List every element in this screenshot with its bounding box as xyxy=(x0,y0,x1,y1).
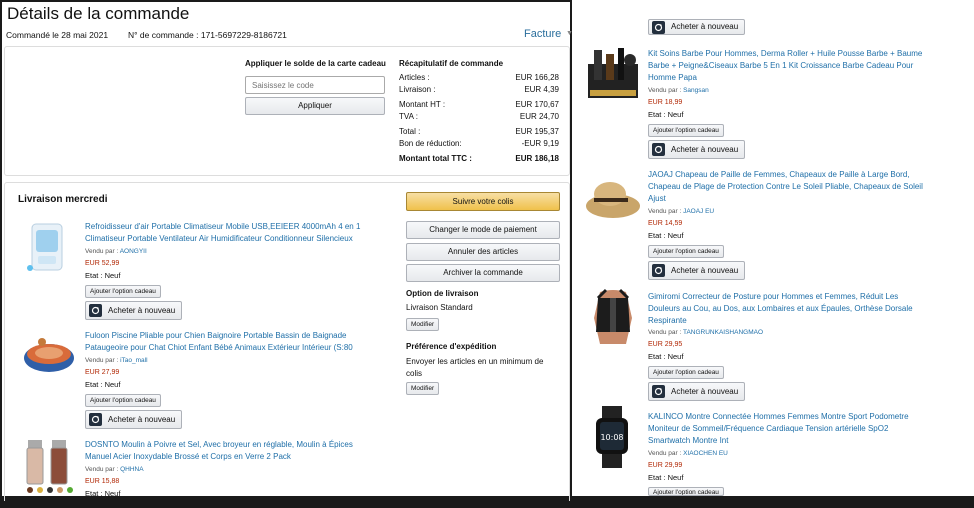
shipping-preference-heading: Préférence d'expédition xyxy=(406,342,497,351)
item-title-line3[interactable]: Smartwatch Montre Int xyxy=(648,435,728,447)
item-price: EUR 29,99 xyxy=(648,462,683,469)
archive-order-button[interactable]: Archiver la commande xyxy=(406,264,560,282)
summary-heading: Récapitulatif de commande xyxy=(399,59,504,68)
pepper-mill-image[interactable] xyxy=(22,438,78,494)
beard-kit-image[interactable] xyxy=(586,46,640,102)
add-gift-option-button[interactable]: Ajouter l'option cadeau xyxy=(648,245,724,258)
reorder-icon xyxy=(652,143,665,156)
item-seller: Vendu par : iTao_mall xyxy=(85,357,148,364)
item-seller: Vendu par : XIAOCHEN EU xyxy=(648,450,728,457)
order-date: Commandé le 28 mai 2021 xyxy=(6,30,109,40)
item-title-line2[interactable]: Chapeau de Plage de Protection Contre Le… xyxy=(648,181,923,193)
add-gift-option-button[interactable]: Ajouter l'option cadeau xyxy=(85,285,161,298)
add-gift-option-button[interactable]: Ajouter l'option cadeau xyxy=(85,394,161,407)
reorder-icon xyxy=(652,264,665,277)
summary-row-grand-total: Montant total TTC : EUR 186,18 xyxy=(399,154,559,163)
item-price: EUR 27,99 xyxy=(85,369,120,376)
summary-row-subtotal: Montant HT : EUR 170,67 xyxy=(399,100,559,109)
item-seller: Vendu par : AONGYII xyxy=(85,248,147,255)
item-title-line2[interactable]: Moniteur de Sommeil/Fréquence Cardiaque … xyxy=(648,423,888,435)
gift-card-heading: Appliquer le solde de la carte cadeau xyxy=(245,59,386,68)
item-title-line2[interactable]: Douleurs au Cou, au Dos, aux Lombaires e… xyxy=(648,303,913,315)
item-price: EUR 52,99 xyxy=(85,260,120,267)
item-title-line2[interactable]: Manuel Acier Inoxydable Brossé et Corps … xyxy=(85,451,291,463)
summary-row-items: Articles : EUR 166,28 xyxy=(399,73,559,82)
item-title-line2[interactable]: Pataugeoire pour Chat Chiot Enfant Bébé … xyxy=(85,342,353,354)
item-seller: Vendu par : QHHNA xyxy=(85,466,144,473)
buy-again-button[interactable]: Acheter à nouveau xyxy=(648,19,746,35)
item-condition: Etat : Neuf xyxy=(85,380,121,389)
item-title-line1[interactable]: JAOAJ Chapeau de Paille de Femmes, Chape… xyxy=(648,169,909,181)
item-condition: Etat : Neuf xyxy=(648,110,684,119)
item-condition: Etat : Neuf xyxy=(648,352,684,361)
apply-gift-card-button[interactable]: Appliquer xyxy=(245,97,385,115)
item-title-line2[interactable]: Barbe + Peigne&Ciseaux Barbe 5 En 1 Kit … xyxy=(648,60,913,72)
svg-text:10:08: 10:08 xyxy=(600,433,623,442)
reorder-icon xyxy=(89,304,102,317)
item-price: EUR 29,95 xyxy=(648,341,683,348)
item-title-line3[interactable]: Respirante xyxy=(648,315,687,327)
gift-card-code-input[interactable] xyxy=(245,76,385,94)
item-seller: Vendu par : TANGRUNKAISHANGMAO xyxy=(648,329,764,336)
item-title-line1[interactable]: Refroidisseur d'air Portable Climatiseur… xyxy=(85,221,360,233)
item-seller: Vendu par : Sangsan xyxy=(648,87,709,94)
item-title-line3[interactable]: Ajust xyxy=(648,193,666,205)
buy-again-button[interactable]: Acheter à nouveau xyxy=(648,261,746,280)
add-gift-option-button[interactable]: Ajouter l'option cadeau xyxy=(648,124,724,137)
item-seller: Vendu par : JAOAJ EU xyxy=(648,208,715,215)
invoice-link[interactable]: Facture xyxy=(524,28,561,40)
buy-again-button[interactable]: Acheter à nouveau xyxy=(648,382,746,401)
order-details-panel: Détails de la commande Commandé le 28 ma… xyxy=(2,2,573,501)
delivery-option-heading: Option de livraison xyxy=(406,289,479,298)
item-condition: Etat : Neuf xyxy=(648,231,684,240)
item-title-line2[interactable]: Climatiseur Portable Ventilateur Air Hum… xyxy=(85,233,353,245)
page-title: Détails de la commande xyxy=(7,4,190,23)
item-title-line1[interactable]: Gimiromi Correcteur de Posture pour Homm… xyxy=(648,291,898,303)
item-condition: Etat : Neuf xyxy=(85,489,121,498)
change-payment-button[interactable]: Changer le mode de paiement xyxy=(406,221,560,239)
summary-row-vat: TVA : EUR 24,70 xyxy=(399,112,559,121)
item-title-line1[interactable]: DOSNTO Moulin à Poivre et Sel, Avec broy… xyxy=(85,439,353,451)
summary-row-discount: Bon de réduction: -EUR 9,19 xyxy=(399,139,559,148)
dog-pool-image[interactable] xyxy=(22,334,76,376)
summary-row-total: Total : EUR 195,37 xyxy=(399,127,559,136)
modify-delivery-option-button[interactable]: Modifier xyxy=(406,318,440,331)
buy-again-button[interactable]: Acheter à nouveau xyxy=(85,410,183,429)
items-continued-panel: Acheter à nouveau Kit Soins Barbe Pour H… xyxy=(572,0,974,496)
reorder-icon xyxy=(652,385,665,398)
shipping-preference-line1: Envoyer les articles en un minimum de xyxy=(406,357,544,366)
reorder-icon xyxy=(652,21,665,34)
item-title-line1[interactable]: Fuloon Piscine Pliable pour Chien Baigno… xyxy=(85,330,347,342)
straw-hat-image[interactable] xyxy=(584,176,642,222)
add-gift-option-button[interactable]: Ajouter l'option cadeau xyxy=(648,366,724,379)
item-title-line1[interactable]: KALINCO Montre Connectée Hommes Femmes M… xyxy=(648,411,909,423)
reorder-icon xyxy=(89,413,102,426)
air-cooler-image[interactable] xyxy=(26,220,70,276)
track-package-button[interactable]: Suivre votre colis xyxy=(406,192,560,211)
item-title-line3[interactable]: Homme Papa xyxy=(648,72,697,84)
add-gift-option-button[interactable]: Ajouter l'option cadeau xyxy=(648,487,724,496)
buy-again-button[interactable]: Acheter à nouveau xyxy=(85,301,183,320)
item-price: EUR 18,99 xyxy=(648,99,683,106)
item-condition: Etat : Neuf xyxy=(85,271,121,280)
summary-row-shipping: Livraison : EUR 4,39 xyxy=(399,85,559,94)
order-number: N° de commande : 171-5697229-8186721 xyxy=(128,30,287,40)
delivery-heading: Livraison mercredi xyxy=(18,194,108,205)
shipping-preference-line2: colis xyxy=(406,369,423,378)
item-price: EUR 14,59 xyxy=(648,220,683,227)
smartwatch-image[interactable]: 10:08 xyxy=(590,406,634,468)
buy-again-button[interactable]: Acheter à nouveau xyxy=(648,140,746,159)
modify-shipping-preference-button[interactable]: Modifier xyxy=(406,382,440,395)
item-title-line1[interactable]: Kit Soins Barbe Pour Hommes, Derma Rolle… xyxy=(648,48,922,60)
item-condition: Etat : Neuf xyxy=(648,473,684,482)
cancel-items-button[interactable]: Annuler des articles xyxy=(406,243,560,261)
item-price: EUR 15,88 xyxy=(85,478,120,485)
posture-corrector-image[interactable] xyxy=(586,288,640,346)
delivery-option-value: Livraison Standard xyxy=(406,303,473,312)
